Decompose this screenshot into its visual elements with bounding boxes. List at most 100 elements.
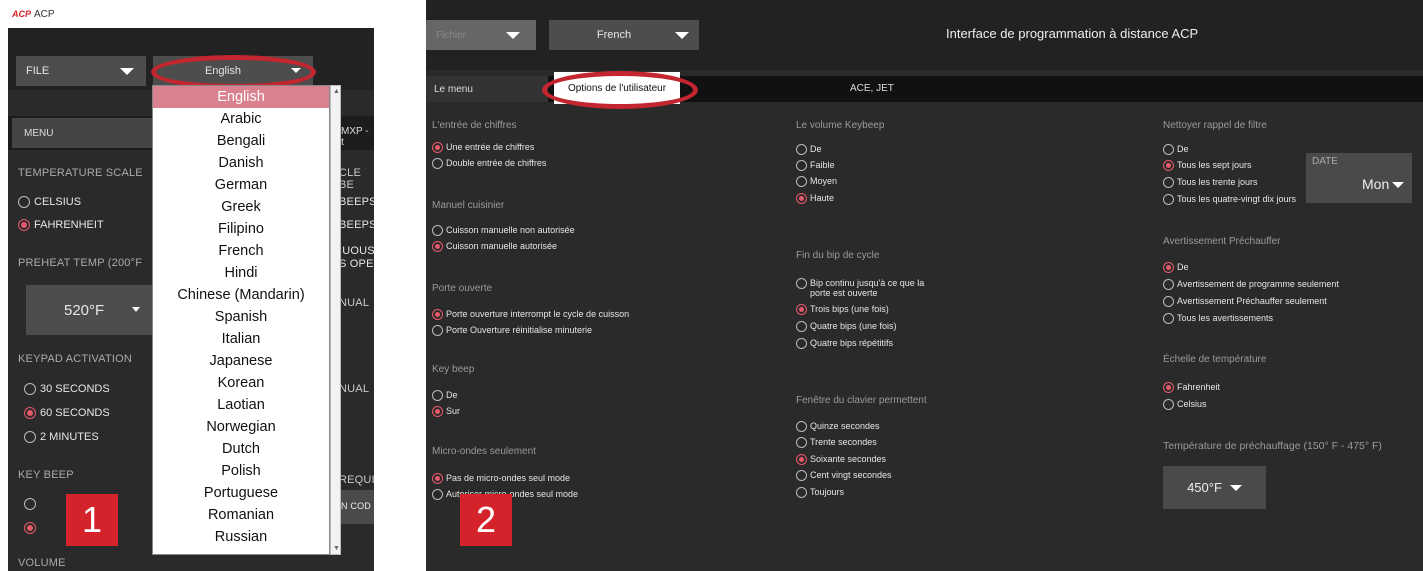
option-volume-high[interactable]: Haute [796,193,834,204]
option-no-microwave-only[interactable]: Pas de micro-ondes seul mode [432,473,570,484]
option-program-warning[interactable]: Avertissement de programme seulement [1163,279,1339,290]
radio[interactable] [432,473,443,484]
language-option[interactable]: Norwegian [153,416,329,438]
radio[interactable] [432,309,443,320]
preheat-temp-select[interactable]: 520°F [26,285,152,335]
option-filter-off[interactable]: De [1163,144,1189,155]
option-volume-medium[interactable]: Moyen [796,176,837,187]
language-option[interactable]: Polish [153,460,329,482]
option-key-beep-off[interactable] [24,498,36,510]
radio[interactable] [1163,313,1174,324]
option-volume-off[interactable]: De [796,144,822,155]
language-option[interactable]: Hindi [153,262,329,284]
radio[interactable] [432,390,443,401]
option-key-beep-on[interactable]: Sur [432,406,460,417]
option-manual-allowed[interactable]: Cuisson manuelle autorisée [432,241,557,252]
option-always[interactable]: Toujours [796,487,844,498]
option-fifteen-seconds[interactable]: Quinze secondes [796,421,880,432]
option-2-minutes[interactable]: 2 MINUTES [24,431,99,443]
radio[interactable] [1163,382,1174,393]
radio[interactable] [432,241,443,252]
option-double-digit[interactable]: Double entrée de chiffres [432,158,546,169]
radio[interactable] [796,487,807,498]
option-four-beeps-once[interactable]: Quatre bips (une fois) [796,321,897,332]
radio[interactable] [432,225,443,236]
radio-2-minutes[interactable] [24,431,36,443]
radio[interactable] [796,437,807,448]
option-four-beeps-repeat[interactable]: Quatre bips répétitifs [796,338,893,349]
option-key-beep-off[interactable]: De [432,390,458,401]
tab-menu[interactable]: MENU [12,118,152,148]
radio[interactable] [796,470,807,481]
language-dropdown-list[interactable]: English Arabic Bengali Danish German Greek Fil… [152,85,330,555]
option-door-interrupts[interactable]: Porte ouverture interrompt le cycle de c… [432,309,629,320]
language-select[interactable]: French [549,20,699,50]
radio-key-beep-on[interactable] [24,522,36,534]
language-option[interactable]: Spanish [153,306,329,328]
radio[interactable] [796,421,807,432]
language-option[interactable]: Japanese [153,350,329,372]
language-option[interactable]: Portuguese [153,482,329,504]
option-fahrenheit[interactable]: FAHRENHEIT [18,219,104,231]
tab-menu[interactable]: Le menu [426,76,548,102]
language-option[interactable]: Russian [153,526,329,548]
radio[interactable] [796,338,807,349]
radio[interactable] [796,454,807,465]
option-door-resets[interactable]: Porte Ouverture réinitialise minuterie [432,325,592,336]
radio[interactable] [1163,399,1174,410]
language-option[interactable]: Greek [153,196,329,218]
radio-celsius[interactable] [18,196,30,208]
option-all-warnings[interactable]: Tous les avertissements [1163,313,1273,324]
radio[interactable] [796,193,807,204]
option-every-thirty-days[interactable]: Tous les trente jours [1163,177,1258,188]
radio-key-beep-off[interactable] [24,498,36,510]
radio[interactable] [432,489,443,500]
option-60-seconds[interactable]: 60 SECONDS [24,407,110,419]
radio[interactable] [1163,296,1174,307]
language-option[interactable]: Italian [153,328,329,350]
radio[interactable] [796,144,807,155]
language-option[interactable]: Arabic [153,108,329,130]
radio[interactable] [1163,144,1174,155]
scroll-down-icon[interactable]: ▼ [333,545,340,552]
language-option[interactable]: French [153,240,329,262]
option-single-digit[interactable]: Une entrée de chiffres [432,142,534,153]
language-list-scrollbar[interactable]: ▲ ▼ [330,85,341,555]
option-volume-low[interactable]: Faible [796,160,835,171]
language-option[interactable]: Bengali [153,130,329,152]
scroll-up-icon[interactable]: ▲ [333,88,340,95]
radio[interactable] [1163,194,1174,205]
option-manual-disallowed[interactable]: Cuisson manuelle non autorisée [432,225,575,236]
language-option[interactable]: German [153,174,329,196]
language-option[interactable]: Filipino [153,218,329,240]
option-celsius[interactable]: CELSIUS [18,196,81,208]
preheat-temp-select[interactable]: 450°F [1163,466,1266,509]
radio[interactable] [796,321,807,332]
radio[interactable] [796,176,807,187]
radio-60-seconds[interactable] [24,407,36,419]
option-thirty-seconds[interactable]: Trente secondes [796,437,877,448]
option-30-seconds[interactable]: 30 SECONDS [24,383,110,395]
radio[interactable] [1163,160,1174,171]
language-option[interactable]: Korean [153,372,329,394]
radio[interactable] [1163,177,1174,188]
option-three-beeps[interactable]: Trois bips (une fois) [796,304,889,315]
language-option[interactable]: Laotian [153,394,329,416]
radio[interactable] [432,325,443,336]
option-120-seconds[interactable]: Cent vingt secondes [796,470,892,481]
language-option[interactable]: Romanian [153,504,329,526]
option-fahrenheit[interactable]: Fahrenheit [1163,382,1220,393]
option-warning-off[interactable]: De [1163,262,1189,273]
option-every-ninety-days[interactable]: Tous les quatre-vingt dix jours [1163,194,1296,205]
radio[interactable] [1163,279,1174,290]
file-menu[interactable]: Fichier [426,20,536,50]
option-key-beep-on[interactable] [24,522,36,534]
radio[interactable] [796,160,807,171]
option-preheat-warning[interactable]: Avertissement Préchauffer seulement [1163,296,1327,307]
file-menu[interactable]: FILE [16,56,146,86]
date-select[interactable]: DATE Mon [1306,153,1412,203]
option-celsius[interactable]: Celsius [1163,399,1207,410]
radio[interactable] [432,406,443,417]
radio-fahrenheit[interactable] [18,219,30,231]
radio-30-seconds[interactable] [24,383,36,395]
